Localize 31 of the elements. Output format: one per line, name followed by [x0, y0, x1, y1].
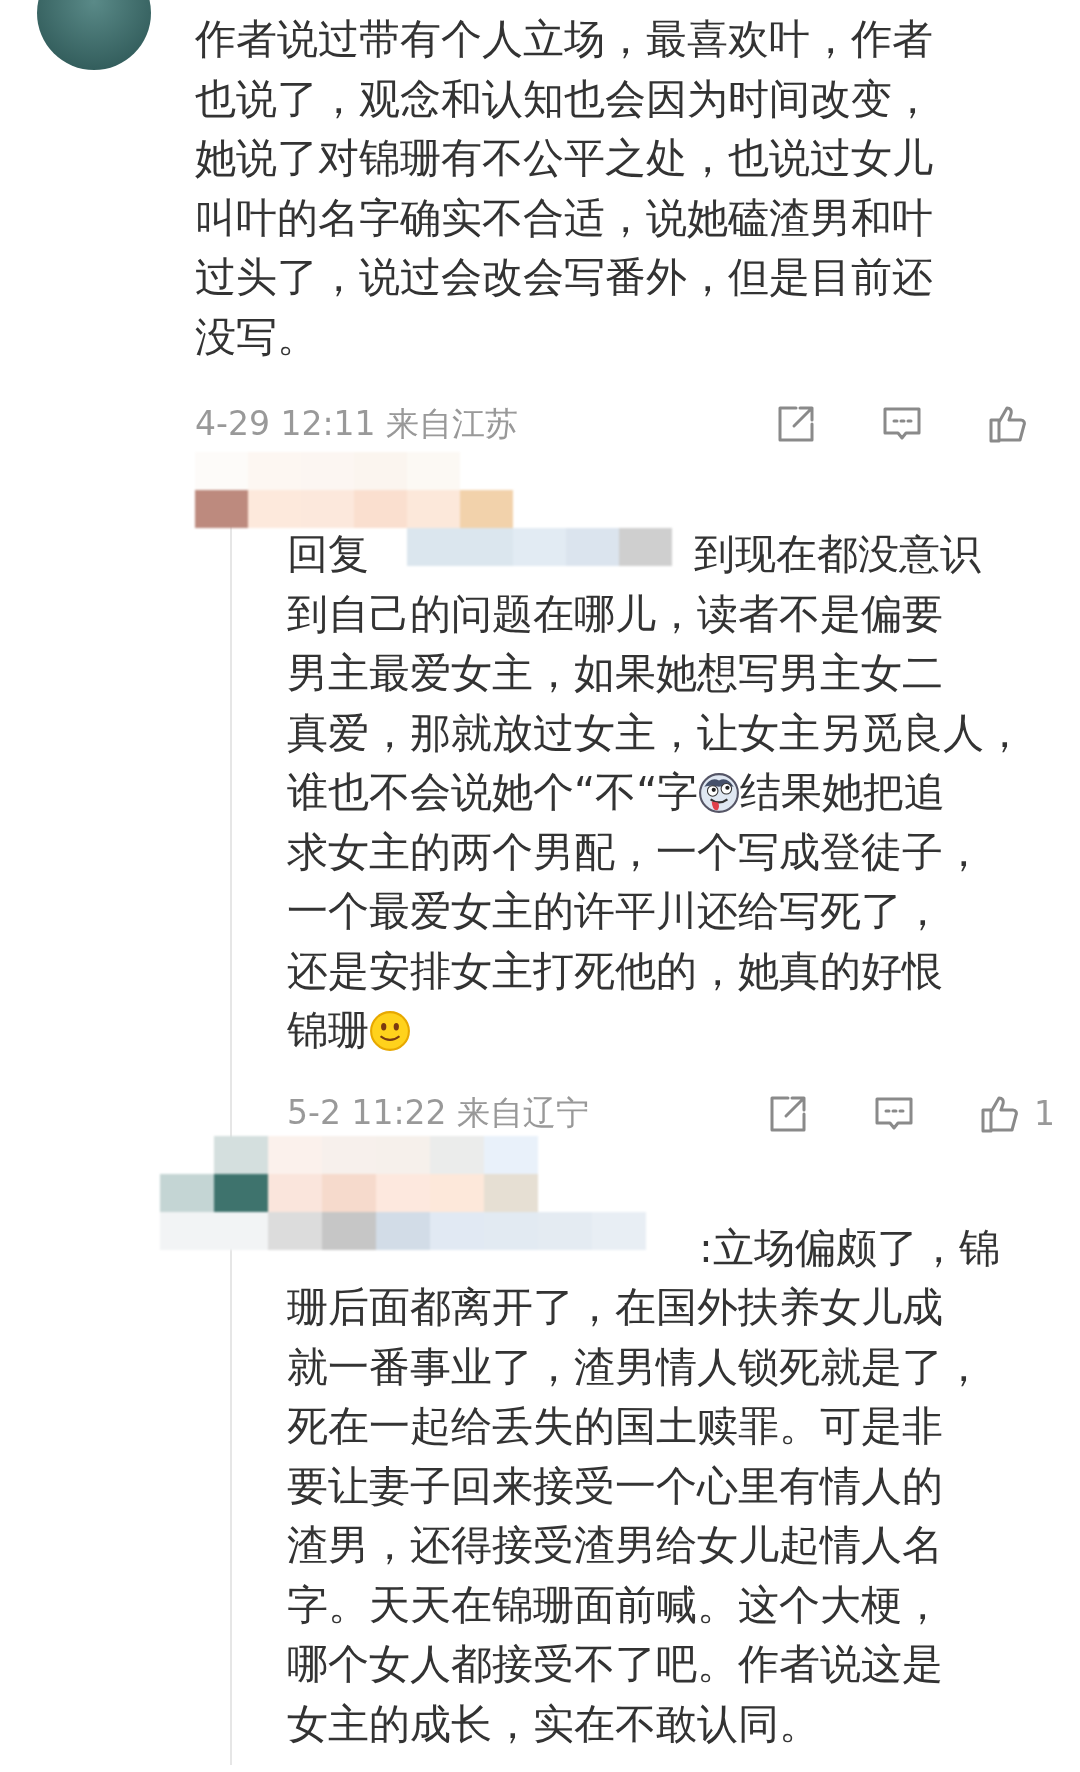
comment-text-line: 男主最爱女主，如果她想写男主女二: [287, 648, 943, 699]
comment-text-line: 谁也不会说她个“不“字: [287, 767, 699, 818]
comment-text-line: :立场偏颇了，锦: [699, 1222, 1000, 1274]
comment-time-location: 4-29 12:11 来自江苏: [195, 402, 518, 445]
comment-text-line: 就一番事业了，渣男情人锁死就是了，: [287, 1341, 984, 1393]
like-count: 1: [1034, 1094, 1055, 1133]
comment-text-line: 一个最爱女主的许平川还给写死了，: [287, 886, 943, 937]
smiley-emoji-icon: [369, 1009, 411, 1052]
comment-text-line: 要让妻子回来接受一个心里有情人的: [287, 1460, 943, 1512]
comment-text-line: 渣男，还得接受渣男给女儿起情人名: [287, 1520, 943, 1571]
comment-text-line: 哪个女人都接受不了吧。作者说这是: [287, 1639, 943, 1690]
comment-text-line: 也说了，观念和认知也会因为时间改变，: [195, 73, 933, 125]
comment-text-line: 叫叶的名字确实不合适，说她磕渣男和叶: [195, 192, 933, 244]
comment-text-line: 作者说过带有个人立场，最喜欢叶，作者: [195, 14, 933, 65]
comment-text-line: 真爱，那就放过女主，让女主另觅良人，: [287, 707, 1025, 759]
reply-label: 回复: [287, 529, 369, 580]
comment-text-line: 还是安排女主打死他的，她真的好恨: [287, 945, 943, 997]
dog-emoji-icon: [698, 771, 741, 814]
comment-text-line: 没写。: [195, 311, 318, 363]
comment-text-line: 到自己的问题在哪儿，读者不是偏要: [287, 588, 943, 640]
comment-text-line: 结果她把追: [740, 767, 946, 818]
comment-text-line: 女主的成长，实在不敢认同。: [287, 1698, 820, 1750]
comment-text-line: 锦珊: [287, 1005, 369, 1056]
comment-text-line: 她说了对锦珊有不公平之处，也说过女儿: [195, 133, 933, 184]
comment-text-line: 过头了，说过会改会写番外，但是目前还: [195, 252, 933, 303]
comment-text-line: 到现在都没意识: [694, 529, 981, 580]
comment-text-line: 求女主的两个男配，一个写成登徒子，: [287, 826, 984, 878]
comment-text-line: 死在一起给丢失的国土赎罪。可是非: [287, 1401, 943, 1452]
comment-time-location: 5-2 11:22 来自辽宁: [287, 1092, 589, 1134]
comment-text-line: 珊后面都离开了，在国外扶养女儿成: [287, 1282, 943, 1333]
comment-text-line: 字。天天在锦珊面前喊。这个大梗，: [287, 1579, 943, 1631]
